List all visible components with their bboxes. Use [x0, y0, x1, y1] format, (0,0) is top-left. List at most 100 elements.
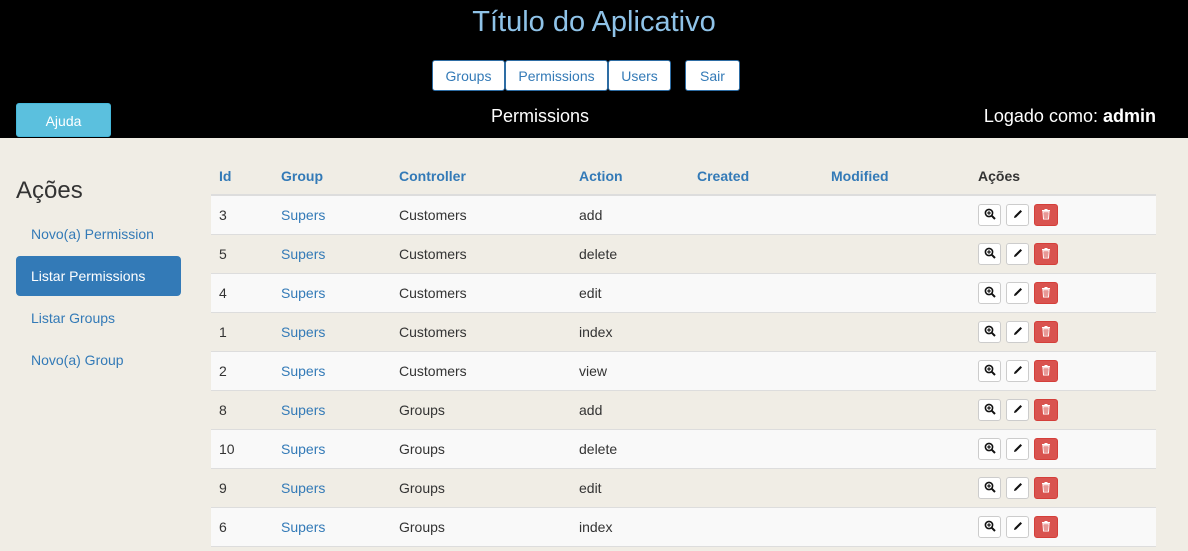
trash-icon [1040, 364, 1052, 379]
column-header-modified[interactable]: Modified [831, 168, 889, 184]
pencil-icon [1012, 481, 1024, 496]
delete-button[interactable] [1034, 243, 1058, 265]
column-header-group[interactable]: Group [281, 168, 323, 184]
cell-controller: Groups [399, 402, 445, 418]
trash-icon [1040, 325, 1052, 340]
table-row: 9 Supers Groups edit [211, 469, 1156, 508]
cell-group-link[interactable]: Supers [281, 402, 325, 418]
delete-button[interactable] [1034, 282, 1058, 304]
view-button[interactable] [978, 399, 1001, 421]
cell-id: 3 [219, 207, 227, 223]
nav-groups-button[interactable]: Groups [432, 60, 505, 91]
nav-users-button[interactable]: Users [608, 60, 671, 91]
edit-button[interactable] [1006, 243, 1029, 265]
pencil-icon [1012, 520, 1024, 535]
cell-id: 9 [219, 480, 227, 496]
table-row: 2 Supers Customers view [211, 352, 1156, 391]
view-button[interactable] [978, 282, 1001, 304]
view-button[interactable] [978, 438, 1001, 460]
table-row: 3 Supers Customers add [211, 196, 1156, 235]
cell-id: 10 [219, 441, 235, 457]
sidebar-item-list-groups[interactable]: Listar Groups [16, 298, 181, 338]
cell-group-link[interactable]: Supers [281, 207, 325, 223]
cell-group-link[interactable]: Supers [281, 441, 325, 457]
cell-action: add [579, 207, 603, 223]
delete-button[interactable] [1034, 516, 1058, 538]
edit-button[interactable] [1006, 204, 1029, 226]
pencil-icon [1012, 325, 1024, 340]
table-row: 8 Supers Groups add [211, 391, 1156, 430]
cell-group-link[interactable]: Supers [281, 285, 325, 301]
cell-id: 4 [219, 285, 227, 301]
cell-group-link[interactable]: Supers [281, 480, 325, 496]
delete-button[interactable] [1034, 477, 1058, 499]
column-header-controller[interactable]: Controller [399, 168, 466, 184]
delete-button[interactable] [1034, 438, 1058, 460]
column-header-id[interactable]: Id [219, 168, 231, 184]
sidebar-item-new-group[interactable]: Novo(a) Group [16, 340, 181, 380]
cell-controller: Customers [399, 246, 467, 262]
cell-group-link[interactable]: Supers [281, 519, 325, 535]
cell-id: 2 [219, 363, 227, 379]
trash-icon [1040, 247, 1052, 262]
table-row: 6 Supers Groups index [211, 508, 1156, 547]
view-button[interactable] [978, 477, 1001, 499]
logged-in-user: admin [1102, 106, 1156, 126]
cell-group-link[interactable]: Supers [281, 324, 325, 340]
column-header-actions: Ações [978, 168, 1021, 184]
app-title: Título do Aplicativo [472, 6, 716, 38]
edit-button[interactable] [1006, 282, 1029, 304]
cell-controller: Customers [399, 324, 467, 340]
logout-button[interactable]: Sair [685, 60, 740, 91]
zoom-in-icon [984, 208, 996, 223]
edit-button[interactable] [1006, 321, 1029, 343]
edit-button[interactable] [1006, 360, 1029, 382]
view-button[interactable] [978, 321, 1001, 343]
table-body: 3 Supers Customers add 5 Supers Customers delet… [211, 196, 1156, 547]
cell-action: index [579, 324, 613, 340]
nav-permissions-button[interactable]: Permissions [505, 60, 608, 91]
trash-icon [1040, 442, 1052, 457]
zoom-in-icon [984, 364, 996, 379]
cell-action: view [579, 363, 608, 379]
cell-id: 8 [219, 402, 227, 418]
delete-button[interactable] [1034, 399, 1058, 421]
edit-button[interactable] [1006, 477, 1029, 499]
cell-group-link[interactable]: Supers [281, 246, 325, 262]
cell-action: index [579, 519, 613, 535]
cell-controller: Groups [399, 519, 445, 535]
table-row: 5 Supers Customers delete [211, 235, 1156, 274]
table-row: 4 Supers Customers edit [211, 274, 1156, 313]
zoom-in-icon [984, 442, 996, 457]
edit-button[interactable] [1006, 438, 1029, 460]
zoom-in-icon [984, 286, 996, 301]
table-row: 1 Supers Customers index [211, 313, 1156, 352]
logged-in-label: Logado como: [983, 106, 1098, 126]
delete-button[interactable] [1034, 321, 1058, 343]
edit-button[interactable] [1006, 516, 1029, 538]
logged-in-status: Logado como: admin [984, 106, 1156, 127]
view-button[interactable] [978, 204, 1001, 226]
table-header: Id Group Controller Action Created Modif… [211, 158, 1156, 196]
sidebar-item-new-permission[interactable]: Novo(a) Permission [16, 214, 181, 254]
cell-action: edit [579, 285, 602, 301]
zoom-in-icon [984, 325, 996, 340]
zoom-in-icon [984, 520, 996, 535]
column-header-action[interactable]: Action [579, 168, 623, 184]
delete-button[interactable] [1034, 360, 1058, 382]
view-button[interactable] [978, 516, 1001, 538]
table-row: 10 Supers Groups delete [211, 430, 1156, 469]
column-header-created[interactable]: Created [697, 168, 749, 184]
pencil-icon [1012, 364, 1024, 379]
edit-button[interactable] [1006, 399, 1029, 421]
cell-group-link[interactable]: Supers [281, 363, 325, 379]
trash-icon [1040, 403, 1052, 418]
sidebar-item-list-permissions[interactable]: Listar Permissions [16, 256, 181, 296]
cell-id: 5 [219, 246, 227, 262]
view-button[interactable] [978, 360, 1001, 382]
delete-button[interactable] [1034, 204, 1058, 226]
pencil-icon [1012, 286, 1024, 301]
zoom-in-icon [984, 481, 996, 496]
cell-action: edit [579, 480, 602, 496]
view-button[interactable] [978, 243, 1001, 265]
